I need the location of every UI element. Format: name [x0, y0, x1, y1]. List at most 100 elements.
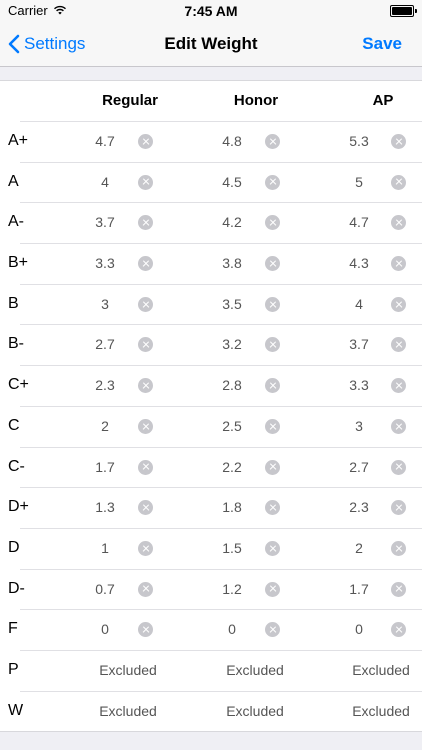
regular-weight-field[interactable]: 4	[85, 162, 125, 203]
honor-weight-field[interactable]: 3.5	[212, 284, 252, 325]
honor-weight-field[interactable]: 3.2	[212, 324, 252, 365]
clear-circle-icon[interactable]	[391, 459, 406, 475]
ap-weight-field[interactable]: 5.3	[339, 121, 379, 162]
table-row: A+ 4.7 4.8 5.3	[0, 121, 422, 162]
regular-excluded-value[interactable]: Excluded	[88, 650, 168, 691]
table-row: A- 3.7 4.2 4.7	[0, 202, 422, 243]
ap-weight-field[interactable]: 1.7	[339, 569, 379, 610]
clear-circle-icon[interactable]	[391, 215, 406, 231]
ap-weight-field[interactable]: 3.3	[339, 365, 379, 406]
honor-weight-field[interactable]: 1.2	[212, 569, 252, 610]
regular-weight-field[interactable]: 0	[85, 609, 125, 650]
table-row: C- 1.7 2.2 2.7	[0, 446, 422, 488]
clear-circle-icon[interactable]	[265, 256, 280, 272]
clear-circle-icon[interactable]	[138, 622, 153, 638]
clear-circle-icon[interactable]	[138, 459, 153, 475]
grade-label: D	[8, 538, 20, 556]
back-button[interactable]: Settings	[8, 22, 85, 66]
clear-circle-icon[interactable]	[391, 418, 406, 434]
honor-excluded-value[interactable]: Excluded	[215, 650, 295, 691]
honor-weight-field[interactable]: 4.5	[212, 162, 252, 203]
table-row: D- 0.7 1.2 1.7	[0, 568, 422, 610]
clear-circle-icon[interactable]	[265, 215, 280, 231]
ap-weight-field[interactable]: 4.7	[339, 202, 379, 243]
regular-weight-field[interactable]: 3	[85, 284, 125, 325]
regular-weight-field[interactable]: 1	[85, 528, 125, 569]
status-time: 7:45 AM	[184, 3, 238, 19]
ap-weight-field[interactable]: 2.7	[339, 447, 379, 488]
table-row: P Excluded Excluded Excluded	[0, 649, 422, 691]
clear-circle-icon[interactable]	[265, 500, 280, 516]
ap-weight-field[interactable]: 3.7	[339, 324, 379, 365]
clear-circle-icon[interactable]	[265, 540, 280, 556]
regular-weight-field[interactable]: 2.3	[85, 365, 125, 406]
clear-circle-icon[interactable]	[391, 134, 406, 149]
clear-circle-icon[interactable]	[138, 581, 153, 597]
regular-weight-field[interactable]: 0.7	[85, 569, 125, 610]
clear-circle-icon[interactable]	[265, 622, 280, 638]
regular-weight-field[interactable]: 1.3	[85, 487, 125, 528]
clear-circle-icon[interactable]	[391, 581, 406, 597]
clear-circle-icon[interactable]	[391, 296, 406, 312]
clear-circle-icon[interactable]	[265, 378, 280, 394]
regular-weight-field[interactable]: 3.7	[85, 202, 125, 243]
ap-weight-field[interactable]: 5	[339, 162, 379, 203]
honor-weight-field[interactable]: 4.2	[212, 202, 252, 243]
ap-weight-field[interactable]: 2.3	[339, 487, 379, 528]
grade-label: B-	[8, 335, 24, 353]
clear-circle-icon[interactable]	[391, 540, 406, 556]
table-row: A 4 4.5 5	[0, 161, 422, 203]
clear-circle-icon[interactable]	[265, 337, 280, 353]
regular-weight-field[interactable]: 2	[85, 406, 125, 447]
clear-circle-icon[interactable]	[391, 256, 406, 272]
honor-excluded-value[interactable]: Excluded	[215, 691, 295, 732]
clear-circle-icon[interactable]	[265, 134, 280, 149]
clear-circle-icon[interactable]	[138, 296, 153, 312]
ap-weight-field[interactable]: 3	[339, 406, 379, 447]
grade-label: P	[8, 660, 19, 678]
clear-circle-icon[interactable]	[265, 459, 280, 475]
clear-circle-icon[interactable]	[391, 500, 406, 516]
honor-weight-field[interactable]: 2.5	[212, 406, 252, 447]
regular-weight-field[interactable]: 2.7	[85, 324, 125, 365]
clear-circle-icon[interactable]	[138, 215, 153, 231]
table-row: C 2 2.5 3	[0, 405, 422, 447]
clear-circle-icon[interactable]	[138, 256, 153, 272]
clear-circle-icon[interactable]	[138, 418, 153, 434]
clear-circle-icon[interactable]	[265, 418, 280, 434]
clear-circle-icon[interactable]	[138, 540, 153, 556]
honor-weight-field[interactable]: 3.8	[212, 243, 252, 284]
regular-weight-field[interactable]: 4.7	[85, 121, 125, 162]
save-button[interactable]: Save	[362, 22, 402, 66]
honor-weight-field[interactable]: 1.5	[212, 528, 252, 569]
back-button-label: Settings	[24, 34, 86, 53]
honor-weight-field[interactable]: 1.8	[212, 487, 252, 528]
clear-circle-icon[interactable]	[391, 622, 406, 638]
ap-weight-field[interactable]: 4.3	[339, 243, 379, 284]
clear-circle-icon[interactable]	[138, 378, 153, 394]
clear-circle-icon[interactable]	[391, 174, 406, 190]
honor-weight-field[interactable]: 2.2	[212, 447, 252, 488]
ap-weight-field[interactable]: 4	[339, 284, 379, 325]
clear-circle-icon[interactable]	[138, 174, 153, 190]
clear-circle-icon[interactable]	[138, 500, 153, 516]
honor-weight-field[interactable]: 0	[212, 609, 252, 650]
clear-circle-icon[interactable]	[265, 581, 280, 597]
clear-circle-icon[interactable]	[138, 337, 153, 353]
regular-excluded-value[interactable]: Excluded	[88, 691, 168, 732]
clear-circle-icon[interactable]	[265, 174, 280, 190]
honor-weight-field[interactable]: 2.8	[212, 365, 252, 406]
clear-circle-icon[interactable]	[138, 134, 153, 149]
honor-weight-field[interactable]: 4.8	[212, 121, 252, 162]
clear-circle-icon[interactable]	[391, 378, 406, 394]
clear-circle-icon[interactable]	[265, 296, 280, 312]
grade-label: C	[8, 416, 20, 434]
regular-weight-field[interactable]: 1.7	[85, 447, 125, 488]
regular-weight-field[interactable]: 3.3	[85, 243, 125, 284]
ap-excluded-value[interactable]: Excluded	[341, 691, 421, 732]
ap-weight-field[interactable]: 2	[339, 528, 379, 569]
clear-circle-icon[interactable]	[391, 337, 406, 353]
table-row: B+ 3.3 3.8 4.3	[0, 243, 422, 284]
ap-weight-field[interactable]: 0	[339, 609, 379, 650]
ap-excluded-value[interactable]: Excluded	[341, 650, 421, 691]
